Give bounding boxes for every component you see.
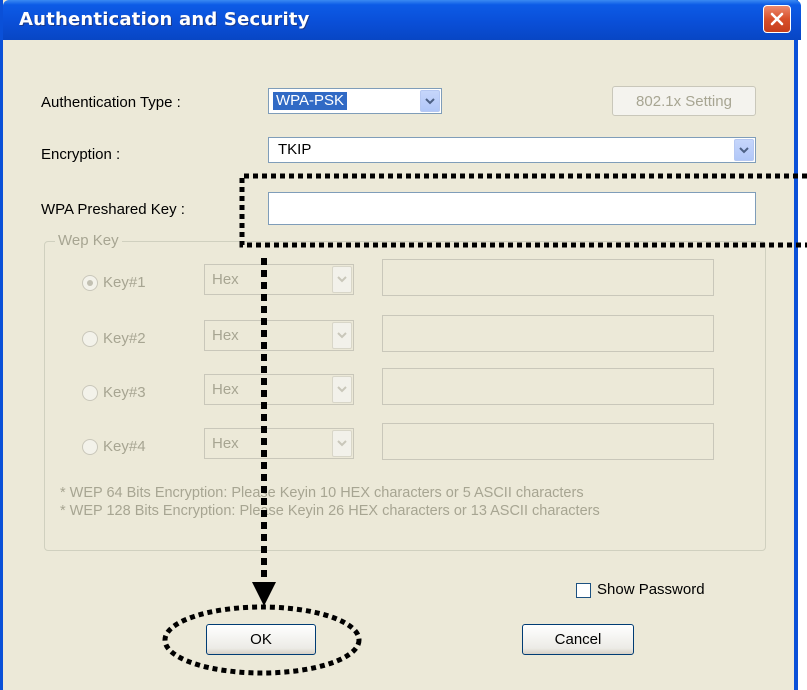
key4-radio[interactable]	[82, 439, 98, 455]
wep-key-group-label: Wep Key	[55, 232, 122, 249]
encryption-label: Encryption :	[41, 146, 121, 163]
chevron-down-icon[interactable]	[332, 376, 352, 403]
key4-format-value: Hex	[212, 435, 239, 452]
key2-format-select[interactable]: Hex	[204, 320, 354, 351]
chevron-down-icon[interactable]	[734, 139, 754, 161]
chevron-down-icon[interactable]	[420, 90, 440, 112]
key2-format-value: Hex	[212, 327, 239, 344]
key1-format-value: Hex	[212, 271, 239, 288]
auth-type-select[interactable]: WPA-PSK	[268, 88, 442, 114]
show-password-checkbox[interactable]	[576, 583, 591, 598]
key2-input[interactable]	[382, 315, 714, 352]
chevron-down-icon[interactable]	[332, 266, 352, 293]
show-password-label: Show Password	[597, 581, 705, 598]
auth-type-value: WPA-PSK	[273, 92, 348, 110]
key3-format-select[interactable]: Hex	[204, 374, 354, 405]
cancel-button[interactable]: Cancel	[522, 624, 634, 655]
wpa-key-input[interactable]	[268, 192, 756, 225]
key3-format-value: Hex	[212, 381, 239, 398]
ok-button[interactable]: OK	[206, 624, 316, 655]
key4-label: Key#4	[103, 438, 146, 455]
wep-64-note: * WEP 64 Bits Encryption: Please Keyin 1…	[60, 485, 584, 501]
window-title: Authentication and Security	[19, 9, 310, 30]
key1-input[interactable]	[382, 259, 714, 296]
key1-label: Key#1	[103, 274, 146, 291]
wpa-key-label: WPA Preshared Key :	[41, 201, 185, 218]
close-button[interactable]	[763, 5, 791, 33]
key1-radio[interactable]	[82, 275, 98, 291]
key4-input[interactable]	[382, 423, 714, 460]
chevron-down-icon[interactable]	[332, 430, 352, 457]
8021x-setting-button[interactable]: 802.1x Setting	[612, 86, 756, 116]
key1-format-select[interactable]: Hex	[204, 264, 354, 295]
close-icon	[770, 12, 784, 26]
key3-radio[interactable]	[82, 385, 98, 401]
chevron-down-icon[interactable]	[332, 322, 352, 349]
title-bar[interactable]: Authentication and Security	[3, 0, 801, 40]
auth-type-label: Authentication Type :	[41, 94, 181, 111]
key2-radio[interactable]	[82, 331, 98, 347]
key2-label: Key#2	[103, 330, 146, 347]
wep-128-note: * WEP 128 Bits Encryption: Please Keyin …	[60, 503, 600, 519]
encryption-value: TKIP	[278, 141, 312, 158]
key3-input[interactable]	[382, 368, 714, 405]
key4-format-select[interactable]: Hex	[204, 428, 354, 459]
encryption-select[interactable]: TKIP	[268, 137, 756, 163]
key3-label: Key#3	[103, 384, 146, 401]
